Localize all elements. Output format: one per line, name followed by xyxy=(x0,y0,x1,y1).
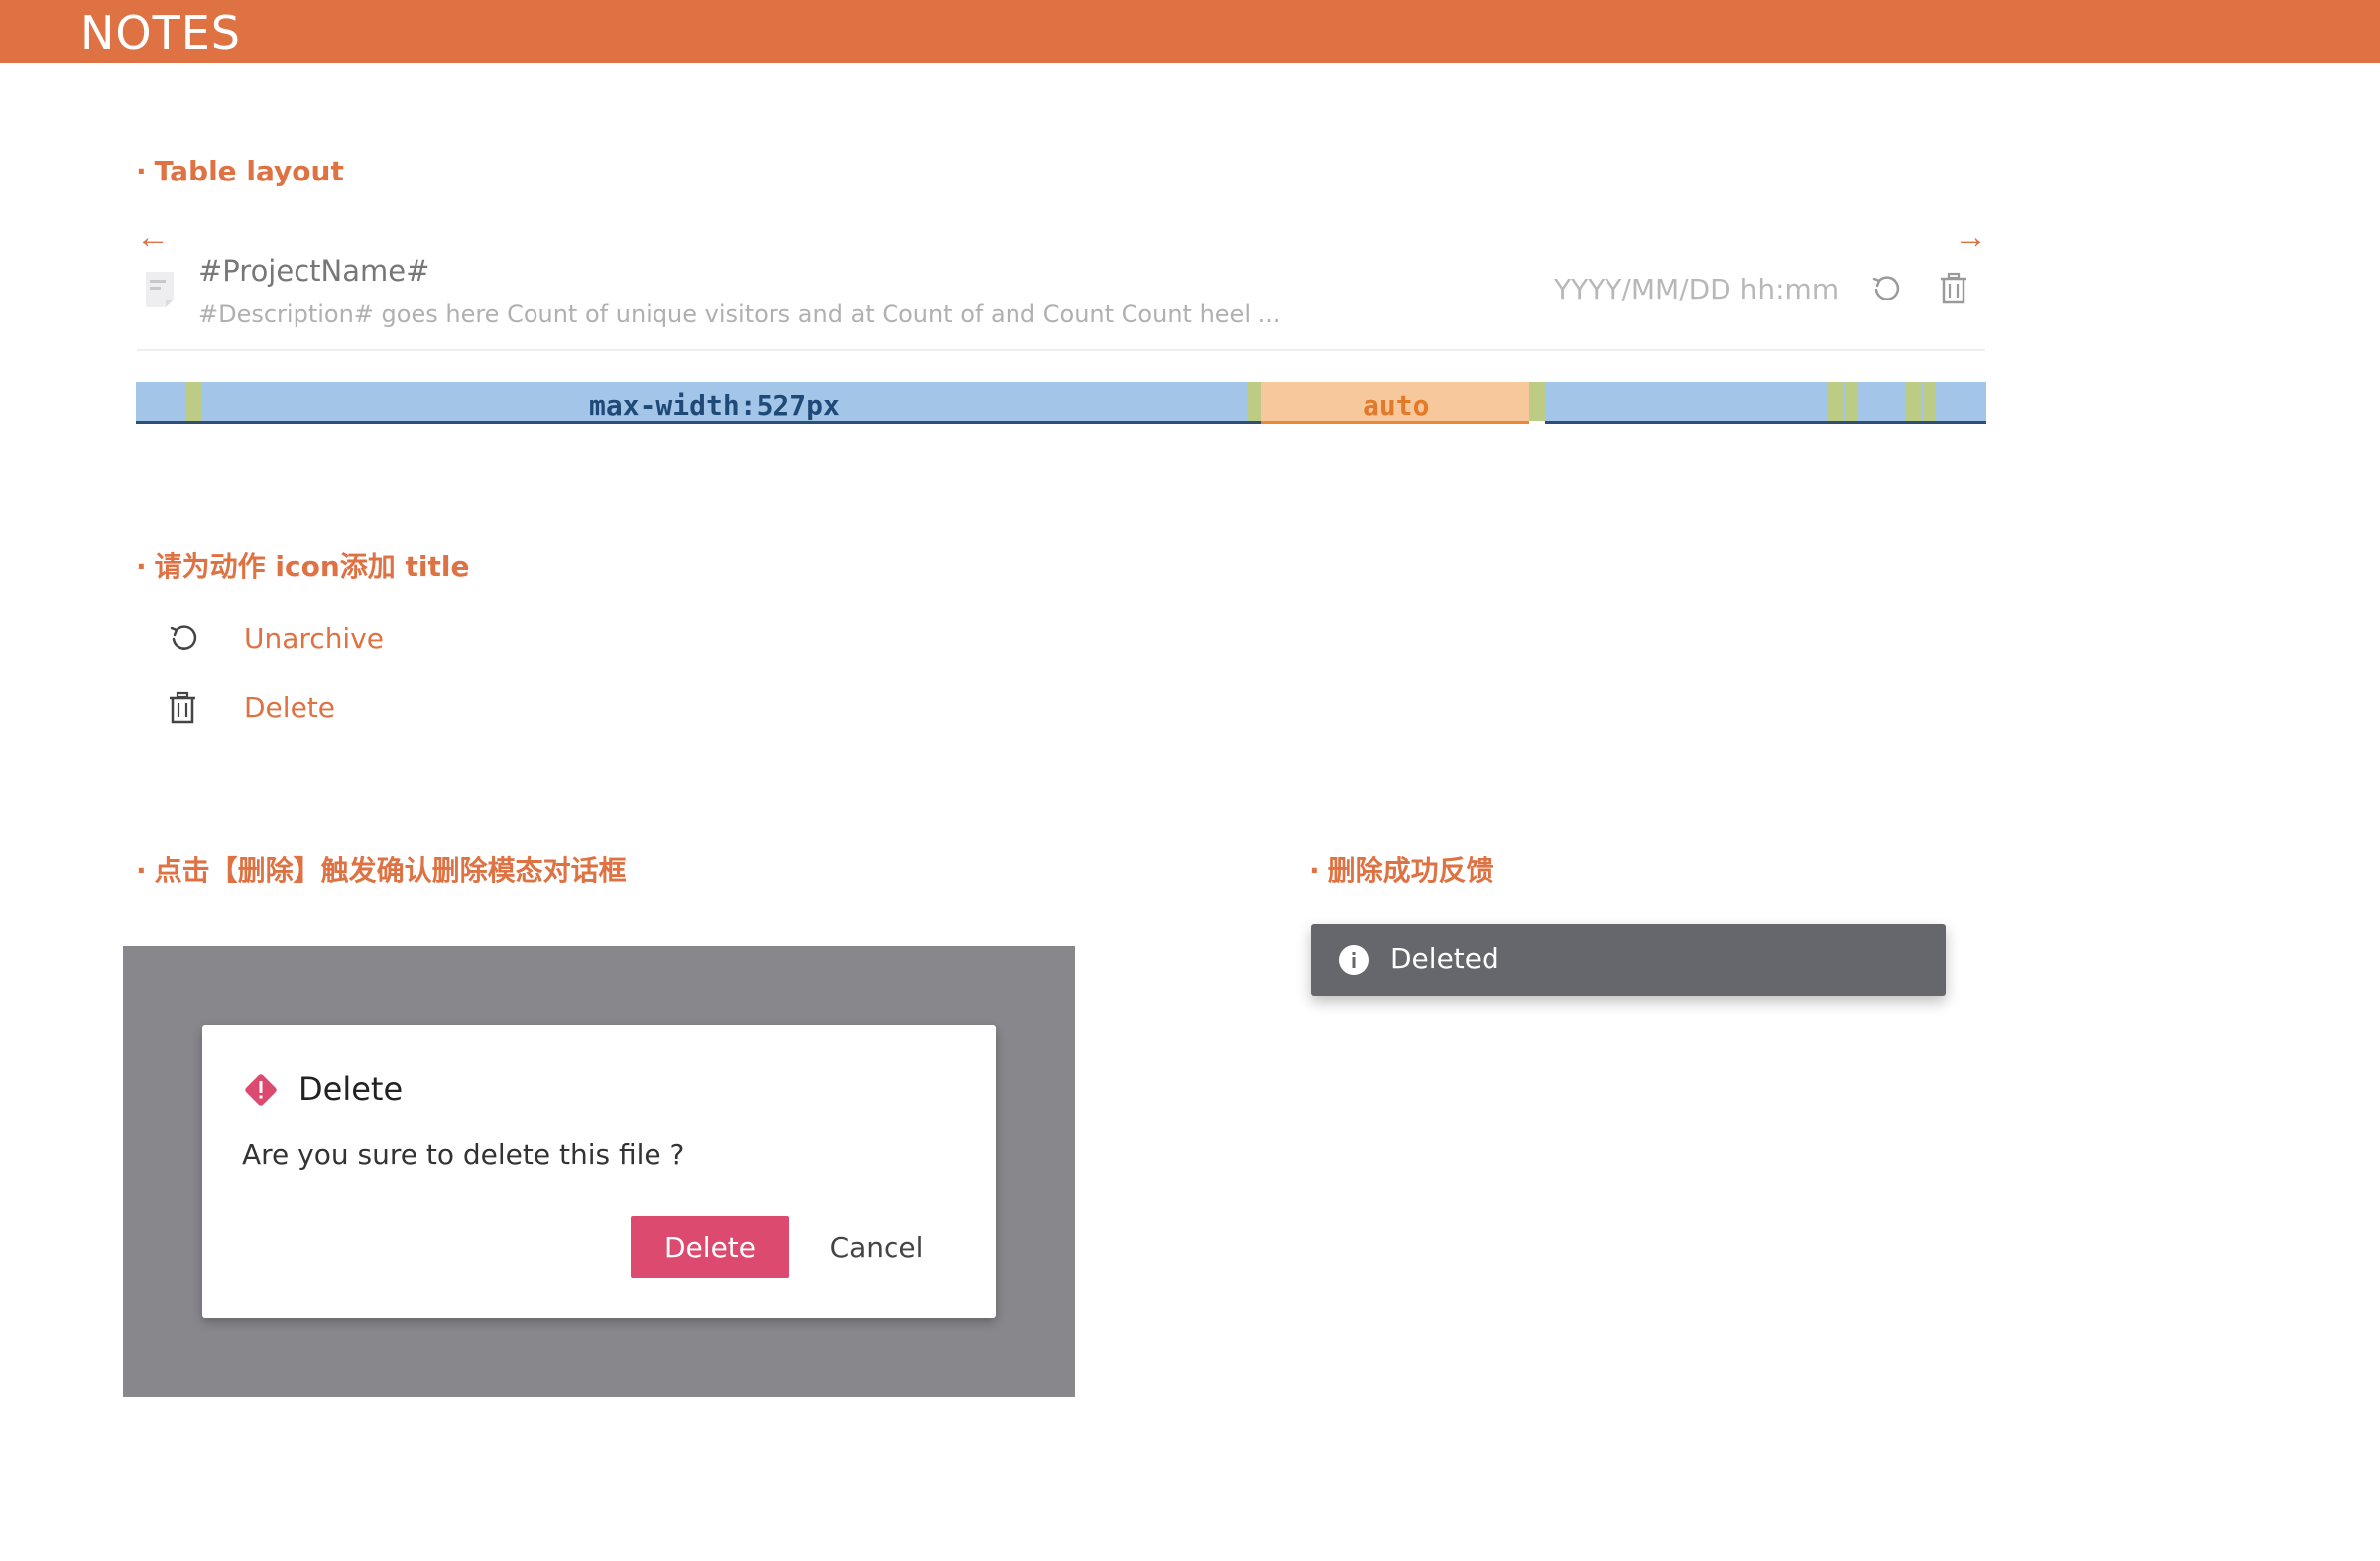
layout-label-main: max-width:527px xyxy=(589,389,840,421)
section-title-delete-modal: · 点击【删除】触发确认删除模态对话框 xyxy=(136,849,627,889)
section-title-text: Table layout xyxy=(154,155,344,187)
date-placeholder: YYYY/MM/DD hh:mm xyxy=(1554,273,1840,305)
page-title: NOTES xyxy=(80,6,241,60)
section-title-table-layout: · Table layout xyxy=(136,155,344,187)
right-arrow-icon: → xyxy=(1954,218,1987,256)
section-title-action-icons: · 请为动作 icon添加 title xyxy=(136,545,469,585)
document-icon xyxy=(146,272,174,307)
layout-gap xyxy=(1827,382,1843,421)
trash-icon[interactable] xyxy=(167,691,198,725)
bullet-dot: · xyxy=(136,550,147,583)
row-divider xyxy=(137,349,1985,351)
bullet-dot: · xyxy=(136,155,147,187)
action-label-unarchive[interactable]: Unarchive xyxy=(244,622,384,655)
section-title-delete-feedback: · 删除成功反馈 xyxy=(1309,849,1494,889)
action-label-delete[interactable]: Delete xyxy=(244,691,335,724)
bullet-dot: · xyxy=(1309,854,1320,887)
toast-notification: Deleted xyxy=(1311,924,1946,996)
section-title-text: 点击【删除】触发确认删除模态对话框 xyxy=(154,854,627,887)
header-bar: NOTES xyxy=(0,0,2380,63)
project-name[interactable]: #ProjectName# xyxy=(198,254,429,288)
delete-modal: Delete Are you sure to delete this file … xyxy=(202,1025,996,1318)
layout-gap xyxy=(185,382,201,421)
info-icon xyxy=(1339,945,1368,975)
section-title-text: 删除成功反馈 xyxy=(1327,854,1494,887)
bullet-dot: · xyxy=(136,854,147,887)
layout-gap xyxy=(1905,382,1921,421)
unarchive-icon[interactable] xyxy=(1870,273,1902,304)
section-title-text: 请为动作 icon添加 title xyxy=(154,550,470,583)
layout-gap xyxy=(1529,382,1545,421)
cancel-button[interactable]: Cancel xyxy=(807,1216,946,1278)
project-description: #Description# goes here Count of unique … xyxy=(198,300,1281,328)
unarchive-icon[interactable] xyxy=(168,622,199,654)
modal-message: Are you sure to delete this file ? xyxy=(242,1139,685,1171)
layout-gap xyxy=(1247,382,1261,421)
toast-message: Deleted xyxy=(1390,942,1499,975)
layout-gap xyxy=(1924,382,1936,421)
delete-icon[interactable] xyxy=(1938,272,1969,305)
layout-bar: max-width:527px auto xyxy=(136,382,1986,427)
modal-title: Delete xyxy=(298,1070,404,1108)
layout-gap xyxy=(1844,382,1858,421)
confirm-delete-button[interactable]: Delete xyxy=(631,1216,789,1278)
layout-label-auto: auto xyxy=(1363,389,1430,421)
left-arrow-icon: ← xyxy=(136,218,170,256)
warning-diamond-icon xyxy=(245,1074,277,1106)
